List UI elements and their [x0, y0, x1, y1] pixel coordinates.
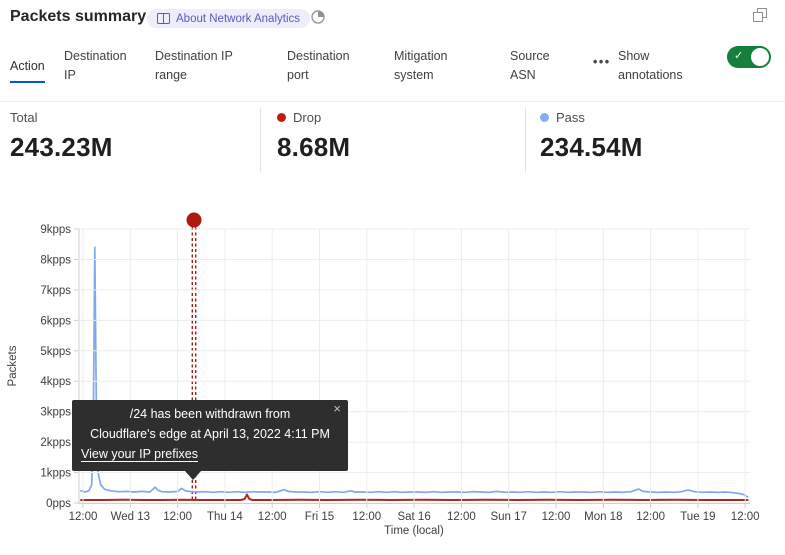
- annotation-marker-dot[interactable]: [186, 213, 201, 228]
- pass-legend-dot: [540, 113, 549, 122]
- x-tick-label: Fri 15: [305, 511, 334, 523]
- tab-action[interactable]: Action: [10, 57, 45, 83]
- x-tick-label: 12:00: [258, 511, 287, 523]
- close-icon[interactable]: ×: [333, 402, 341, 415]
- stat-pass: Pass 234.54M: [540, 110, 643, 163]
- y-tick-label: 0pps: [46, 498, 71, 510]
- page-title: Packets summary: [10, 8, 146, 26]
- tab-destination-port[interactable]: Destination port: [287, 47, 365, 85]
- check-icon: ✓: [734, 49, 743, 62]
- show-annotations-toggle[interactable]: ✓: [727, 46, 771, 68]
- y-tick-label: 1kpps: [40, 468, 71, 480]
- stat-total-label: Total: [10, 110, 37, 125]
- x-tick-label: 12:00: [542, 511, 571, 523]
- y-tick-label: 3kpps: [40, 407, 71, 419]
- x-tick-label: Mon 18: [584, 511, 622, 523]
- x-tick-label: 12:00: [352, 511, 381, 523]
- annotation-tooltip: /24 has been withdrawn from Cloudflare's…: [72, 400, 348, 471]
- x-axis-title: Time (local): [384, 525, 444, 537]
- x-tick-label: 12:00: [69, 511, 98, 523]
- x-tick-label: Tue 19: [680, 511, 715, 523]
- show-annotations-label: Show annotations: [618, 47, 704, 85]
- stat-drop-label: Drop: [293, 110, 321, 125]
- stat-pass-value: 234.54M: [540, 132, 643, 163]
- y-tick-label: 4kpps: [40, 376, 71, 388]
- tooltip-line2: Cloudflare's edge at April 13, 2022 4:11…: [81, 425, 339, 445]
- popout-square-front: [753, 12, 763, 22]
- stat-drop-value: 8.68M: [277, 132, 350, 163]
- x-tick-label: Sun 17: [490, 511, 526, 523]
- badge-label: About Network Analytics: [176, 13, 300, 25]
- x-tick-label: 12:00: [731, 511, 760, 523]
- tab-destination-ip[interactable]: Destination IP: [64, 47, 136, 85]
- stat-pass-label: Pass: [556, 110, 585, 125]
- stat-total: Total 243.23M: [10, 110, 113, 163]
- y-tick-label: 7kpps: [40, 285, 71, 297]
- x-tick-label: 12:00: [163, 511, 192, 523]
- toggle-knob: [751, 48, 769, 66]
- view-ip-prefixes-link[interactable]: View your IP prefixes: [81, 445, 198, 465]
- x-tick-label: Sat 16: [397, 511, 430, 523]
- packets-summary-panel: 12:00 Tue 19 12:00 Mon 18 12:00 Sun 17 12:00 Sa…: [0, 0, 785, 555]
- stat-drop: Drop 8.68M: [277, 110, 350, 163]
- tooltip-caret: [185, 471, 201, 480]
- tooltip-line1: /24 has been withdrawn from: [81, 405, 339, 425]
- book-icon: [157, 13, 170, 24]
- y-tick-label: 2kpps: [40, 437, 71, 449]
- x-tick-label: 12:00: [447, 511, 476, 523]
- tab-mitigation-system[interactable]: Mitigation system: [394, 47, 466, 85]
- tab-destination-ip-range[interactable]: Destination IP range: [155, 47, 247, 85]
- drop-legend-dot: [277, 113, 286, 122]
- tab-source-asn[interactable]: Source ASN: [510, 47, 562, 85]
- stat-total-value: 243.23M: [10, 132, 113, 163]
- y-axis-title: Packets: [7, 345, 19, 386]
- x-tick-label: Wed 13: [111, 511, 150, 523]
- x-tick-label: Thu 14: [207, 511, 243, 523]
- panel-header: Packets summary About Network Analytics: [0, 0, 785, 40]
- dimension-tabs: Action Destination IP Destination IP ran…: [0, 44, 785, 100]
- x-tick-label: 12:00: [636, 511, 665, 523]
- y-tick-label: 9kpps: [40, 224, 71, 236]
- more-tabs-icon[interactable]: •••: [593, 55, 611, 69]
- about-network-analytics-badge[interactable]: About Network Analytics: [147, 9, 310, 28]
- y-tick-label: 6kpps: [40, 315, 71, 327]
- y-tick-label: 8kpps: [40, 254, 71, 266]
- popout-window-icon[interactable]: [753, 8, 767, 22]
- y-tick-label: 5kpps: [40, 346, 71, 358]
- time-period-icon[interactable]: [310, 9, 326, 25]
